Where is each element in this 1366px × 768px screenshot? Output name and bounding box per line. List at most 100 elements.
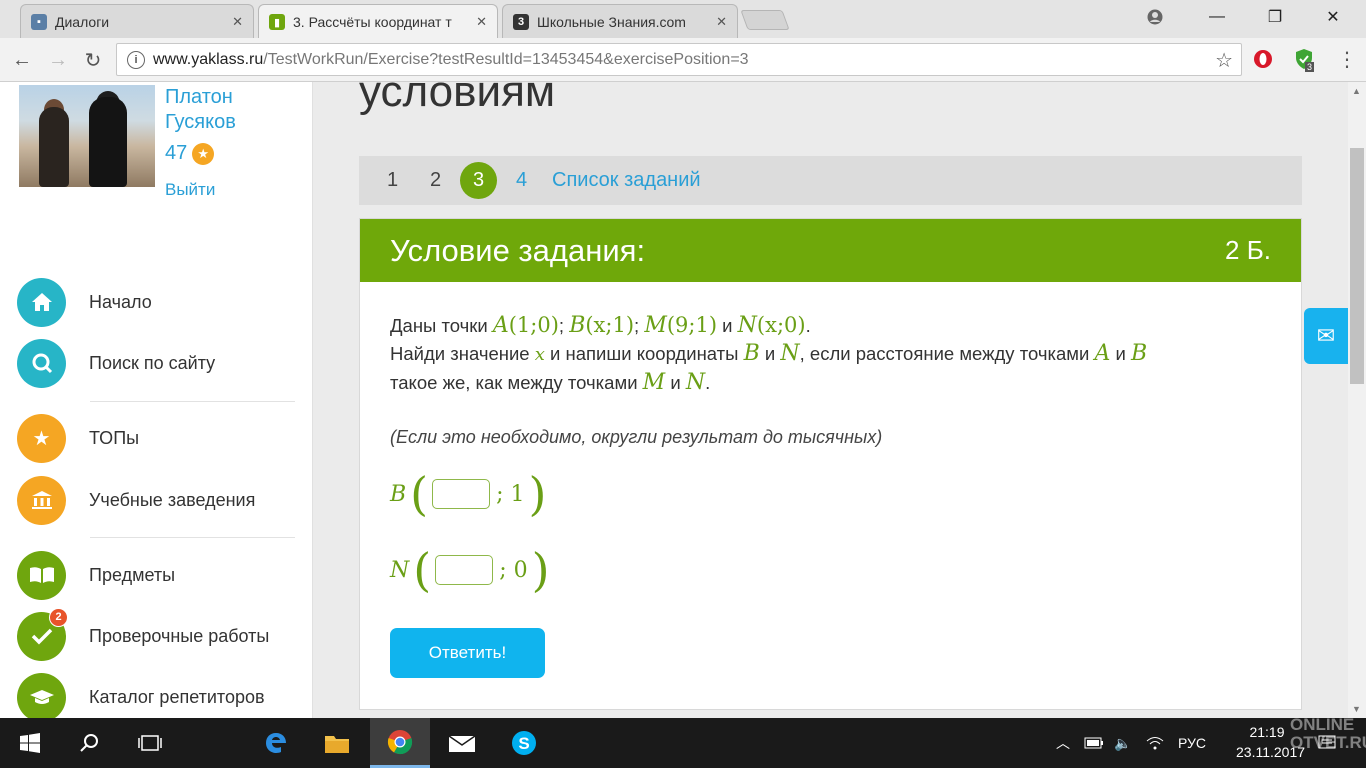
- rounding-hint: (Если это необходимо, округли результат …: [390, 427, 883, 447]
- graduation-cap-icon: [17, 672, 66, 718]
- check-icon: 2: [17, 607, 68, 661]
- tab-title: 3. Рассчёты координат т: [293, 14, 452, 30]
- clock-time: 21:19: [1249, 724, 1285, 740]
- show-hidden-icons[interactable]: ︿: [1056, 718, 1070, 768]
- user-points: 47 ★: [165, 142, 215, 165]
- avatar[interactable]: [19, 85, 155, 187]
- pager-item-4[interactable]: 4: [503, 162, 540, 199]
- point-label: B: [390, 481, 407, 507]
- input-language[interactable]: РУС: [1178, 718, 1206, 768]
- window-close-icon[interactable]: ✕: [1310, 0, 1356, 34]
- mail-app-icon[interactable]: [432, 718, 492, 768]
- close-icon[interactable]: ✕: [716, 14, 727, 30]
- close-icon[interactable]: ✕: [232, 14, 243, 30]
- file-explorer-icon[interactable]: [307, 718, 367, 768]
- sidebar: Платон Гусяков 47 ★ Выйти Начало Поиск п…: [0, 82, 313, 718]
- tab-znanija[interactable]: 3 Школьные Знания.com ✕: [502, 4, 738, 38]
- url-host: www.yaklass.ru: [153, 50, 264, 68]
- point-label: N: [390, 557, 410, 583]
- scrollbar-thumb[interactable]: [1350, 148, 1364, 384]
- pager-item-1[interactable]: 1: [374, 162, 411, 199]
- tab-yaklass[interactable]: ▮ 3. Рассчёты координат т ✕: [258, 4, 498, 39]
- skype-icon[interactable]: S: [494, 718, 554, 768]
- profile-icon[interactable]: [1132, 0, 1178, 34]
- user-name-link[interactable]: Платон Гусяков: [165, 85, 305, 135]
- new-tab-button[interactable]: [740, 10, 790, 30]
- sidebar-item-schools[interactable]: Учебные заведения: [17, 475, 307, 525]
- info-icon[interactable]: i: [127, 50, 145, 69]
- battery-icon[interactable]: [1084, 718, 1104, 768]
- svg-text:S: S: [518, 734, 529, 753]
- answer-row-n: N ( ; 0 ): [390, 543, 550, 597]
- pager-item-3-current[interactable]: 3: [460, 162, 497, 199]
- vk-icon: ▪: [31, 13, 47, 30]
- restore-icon[interactable]: ❐: [1252, 0, 1298, 34]
- sidebar-item-label: ТОПы: [89, 427, 140, 448]
- search-icon: [17, 338, 66, 388]
- sidebar-item-home[interactable]: Начало: [17, 277, 307, 327]
- url-path: /TestWorkRun/Exercise?testResultId=13453…: [263, 50, 749, 68]
- sidebar-item-label: Каталог репетиторов: [89, 686, 265, 707]
- back-icon[interactable]: ←: [8, 46, 36, 74]
- tab-dialogs[interactable]: ▪ Диалоги ✕: [20, 4, 254, 38]
- sidebar-item-search[interactable]: Поиск по сайту: [17, 338, 307, 388]
- sidebar-item-subjects[interactable]: Предметы: [17, 550, 307, 600]
- search-icon[interactable]: [60, 718, 120, 768]
- znanija-icon: 3: [513, 13, 529, 30]
- divider: [90, 537, 295, 538]
- minimize-icon[interactable]: —: [1194, 0, 1240, 34]
- card-title: Условие задания:: [390, 232, 646, 268]
- shield-extension-icon[interactable]: 3: [1293, 48, 1315, 72]
- windows-taskbar: S ︿ 🔈 РУС 21:19 23.11.2017: [0, 718, 1366, 768]
- page-scrollbar[interactable]: ▲ ▼: [1348, 82, 1366, 718]
- scroll-down-icon[interactable]: ▼: [1352, 704, 1361, 714]
- windows-start-icon[interactable]: [0, 718, 60, 768]
- chrome-icon[interactable]: [370, 718, 430, 768]
- logout-link[interactable]: Выйти: [165, 180, 215, 200]
- task-line-2: Найди значение x и напиши координаты B и…: [390, 341, 1148, 366]
- watermark: ONLINE OTVET.RU: [1290, 715, 1366, 752]
- book-icon: [17, 550, 66, 600]
- sidebar-item-label: Поиск по сайту: [89, 352, 216, 373]
- edge-icon[interactable]: [246, 718, 306, 768]
- close-icon[interactable]: ✕: [476, 14, 487, 30]
- volume-icon[interactable]: 🔈: [1114, 718, 1131, 768]
- clock-date: 23.11.2017: [1236, 744, 1306, 760]
- task-text: Даны точки A(1;0); B(x;1); M(9;1) и N(x;…: [390, 311, 1275, 397]
- sidebar-item-label: Учебные заведения: [89, 489, 256, 510]
- task-line-3: такое же, как между точками M и N.: [390, 370, 711, 395]
- divider: [90, 401, 295, 402]
- bookmark-star-icon[interactable]: ☆: [1215, 48, 1233, 73]
- scroll-up-icon[interactable]: ▲: [1352, 86, 1361, 96]
- star-icon: ★: [17, 413, 66, 463]
- sidebar-item-tutors[interactable]: Каталог репетиторов: [17, 672, 307, 718]
- task-line-1: Даны точки A(1;0); B(x;1); M(9;1) и N(x;…: [390, 313, 811, 338]
- task-pager: 1 2 3 4 Список заданий: [359, 156, 1302, 205]
- tab-title: Диалоги: [55, 13, 110, 30]
- forward-icon[interactable]: →: [44, 46, 72, 74]
- sidebar-item-label: Предметы: [89, 564, 176, 585]
- task-card: Условие задания: 2 Б. Даны точки A(1;0);…: [359, 218, 1302, 710]
- address-bar[interactable]: i www.yaklass.ru/TestWorkRun/Exercise?te…: [116, 43, 1242, 76]
- sidebar-item-tests[interactable]: 2 Проверочные работы: [17, 607, 307, 661]
- school-icon: [17, 475, 66, 525]
- menu-dots-icon[interactable]: ⋮: [1336, 48, 1358, 71]
- answer-n-x-input[interactable]: [435, 555, 494, 585]
- sidebar-item-label: Начало: [89, 291, 152, 312]
- reload-icon[interactable]: ↻: [79, 46, 107, 74]
- page-title: условиям: [359, 82, 556, 116]
- submit-answer-button[interactable]: Ответить!: [390, 628, 545, 678]
- page-content: Платон Гусяков 47 ★ Выйти Начало Поиск п…: [0, 82, 1366, 718]
- mail-icon[interactable]: ✉: [1304, 308, 1348, 364]
- sidebar-item-tops[interactable]: ★ ТОПы: [17, 413, 307, 463]
- answer-row-b: B ( ; 1 ): [390, 467, 547, 521]
- clock[interactable]: 21:19 23.11.2017: [1236, 722, 1306, 762]
- answer-b-x-input[interactable]: [432, 479, 491, 509]
- card-points: 2 Б.: [1225, 235, 1271, 265]
- browser-tab-strip: ▪ Диалоги ✕ ▮ 3. Рассчёты координат т ✕ …: [0, 0, 1366, 39]
- task-list-link[interactable]: Список заданий: [552, 169, 701, 192]
- opera-icon[interactable]: [1252, 48, 1274, 70]
- wifi-icon[interactable]: [1146, 718, 1164, 768]
- task-view-icon[interactable]: [120, 718, 180, 768]
- pager-item-2[interactable]: 2: [417, 162, 454, 199]
